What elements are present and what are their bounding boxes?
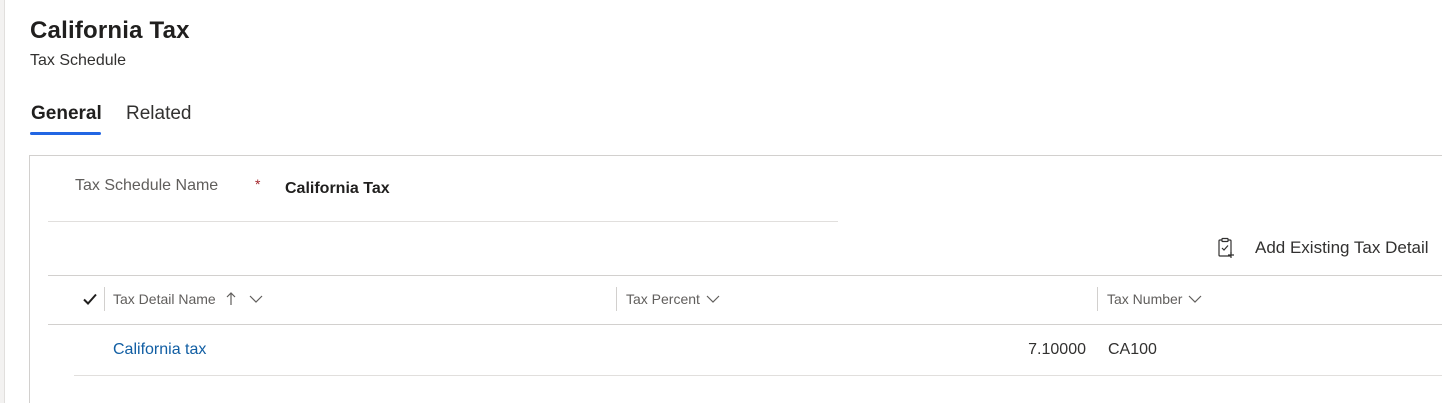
tax-percent-cell: 7.10000 [1028, 341, 1086, 358]
field-divider [48, 221, 838, 222]
chevron-down-icon [249, 295, 263, 303]
row-divider [74, 375, 1442, 376]
add-existing-tax-detail-label: Add Existing Tax Detail [1255, 238, 1429, 257]
grid-header-border [48, 324, 1442, 325]
column-header-tax-detail-name[interactable]: Tax Detail Name [113, 291, 263, 307]
column-header-tax-percent[interactable]: Tax Percent [626, 291, 720, 307]
add-existing-tax-detail-button[interactable]: Add Existing Tax Detail [1216, 236, 1429, 260]
clipboard-add-icon [1218, 237, 1234, 258]
tax-number-cell: CA100 [1108, 341, 1157, 358]
selected-tab-indicator [30, 132, 101, 135]
tax-detail-name-link[interactable]: California tax [113, 341, 206, 359]
grid-top-border [48, 275, 1442, 276]
tab-general[interactable]: General [31, 103, 102, 125]
column-header-tax-number[interactable]: Tax Number [1107, 291, 1202, 307]
entity-subtitle: Tax Schedule [30, 52, 127, 69]
chevron-down-icon [706, 295, 720, 303]
chevron-down-icon [1189, 295, 1202, 303]
page-title: California Tax [30, 17, 190, 44]
tax-schedule-form: California Tax Tax Schedule General Rela… [0, 0, 1442, 403]
tax-schedule-name-label: Tax Schedule Name [75, 177, 219, 194]
tax-schedule-name-field[interactable]: California Tax [285, 180, 390, 198]
column-header-label: Tax Number [1107, 291, 1183, 307]
sort-ascending-icon [226, 292, 236, 305]
column-separator [616, 287, 617, 311]
required-indicator: * [255, 176, 261, 192]
select-all-check-icon[interactable] [82, 291, 98, 307]
column-separator [104, 287, 105, 311]
left-edge-divider [0, 0, 5, 403]
column-separator [1097, 287, 1098, 311]
column-header-label: Tax Detail Name [113, 291, 216, 307]
general-section-card [29, 155, 1442, 403]
tab-related[interactable]: Related [126, 103, 192, 125]
column-header-label: Tax Percent [626, 291, 700, 307]
